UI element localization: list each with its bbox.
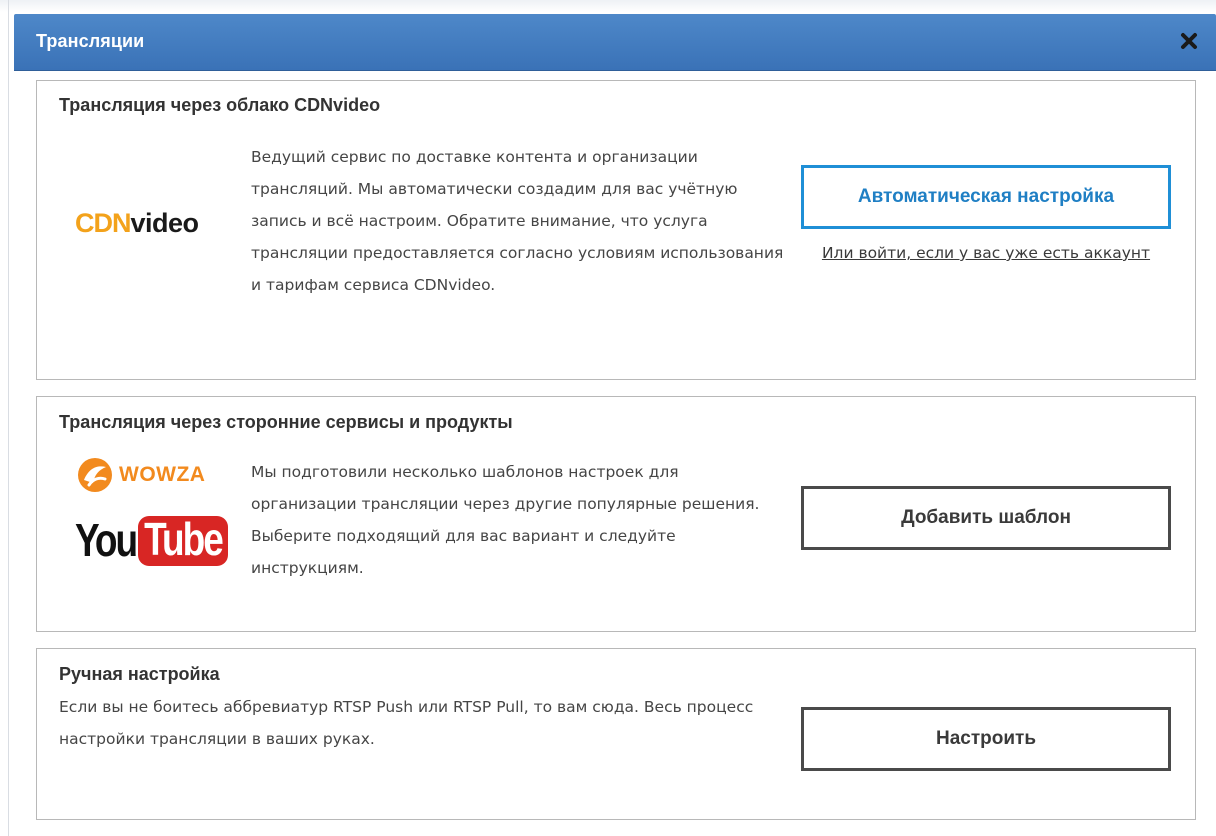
youtube-logo-tube: Tube [144,513,224,565]
manual-setup-description: Если вы не боитесь аббревиатур RTSP Push… [59,698,754,748]
third-party-description: Мы подготовили несколько шаблонов настро… [251,463,760,577]
youtube-logo: You Tube [75,509,228,573]
cdnvideo-card-title: Трансляция через облако CDNvideo [59,95,381,115]
dialog-header: Трансляции [14,14,1216,70]
wowza-logo-text: WOWZA [119,463,206,486]
login-existing-account-link[interactable]: Или войти, если у вас уже есть аккаунт [801,237,1171,269]
youtube-logo-you: You [75,514,138,566]
cdnvideo-card: Трансляция через облако CDNvideo CDN vide… [36,80,1196,380]
add-template-button[interactable]: Добавить шаблон [801,486,1171,550]
third-party-card: Трансляция через сторонние сервисы и про… [36,396,1196,632]
auto-setup-button[interactable]: Автоматическая настройка [801,165,1171,229]
cdnvideo-description: Ведущий сервис по доставке контента и ор… [251,148,784,294]
cdnvideo-logo-mark: CDN [75,207,131,238]
wowza-logo: WOWZA [75,455,205,495]
top-shade [0,0,1216,12]
manual-setup-card-title: Ручная настройка [59,664,220,684]
manual-setup-card: Ручная настройка Если вы не боитесь аббр… [36,648,1196,820]
left-border [8,0,9,836]
close-button[interactable] [1176,28,1202,54]
cdnvideo-logo-word: video [130,207,200,238]
dialog-title: Трансляции [36,31,145,51]
broadcasts-dialog: Трансляции Трансляция через облако CDNvi… [14,14,1216,836]
close-icon [1181,33,1197,49]
page-background: Трансляции Трансляция через облако CDNvi… [0,0,1216,836]
configure-button[interactable]: Настроить [801,707,1171,771]
third-party-card-title: Трансляция через сторонние сервисы и про… [59,412,513,432]
cdnvideo-logo: CDN video [75,206,199,240]
youtube-logo-tube-box: Tube [138,513,228,566]
wowza-swirl-icon [78,458,112,492]
